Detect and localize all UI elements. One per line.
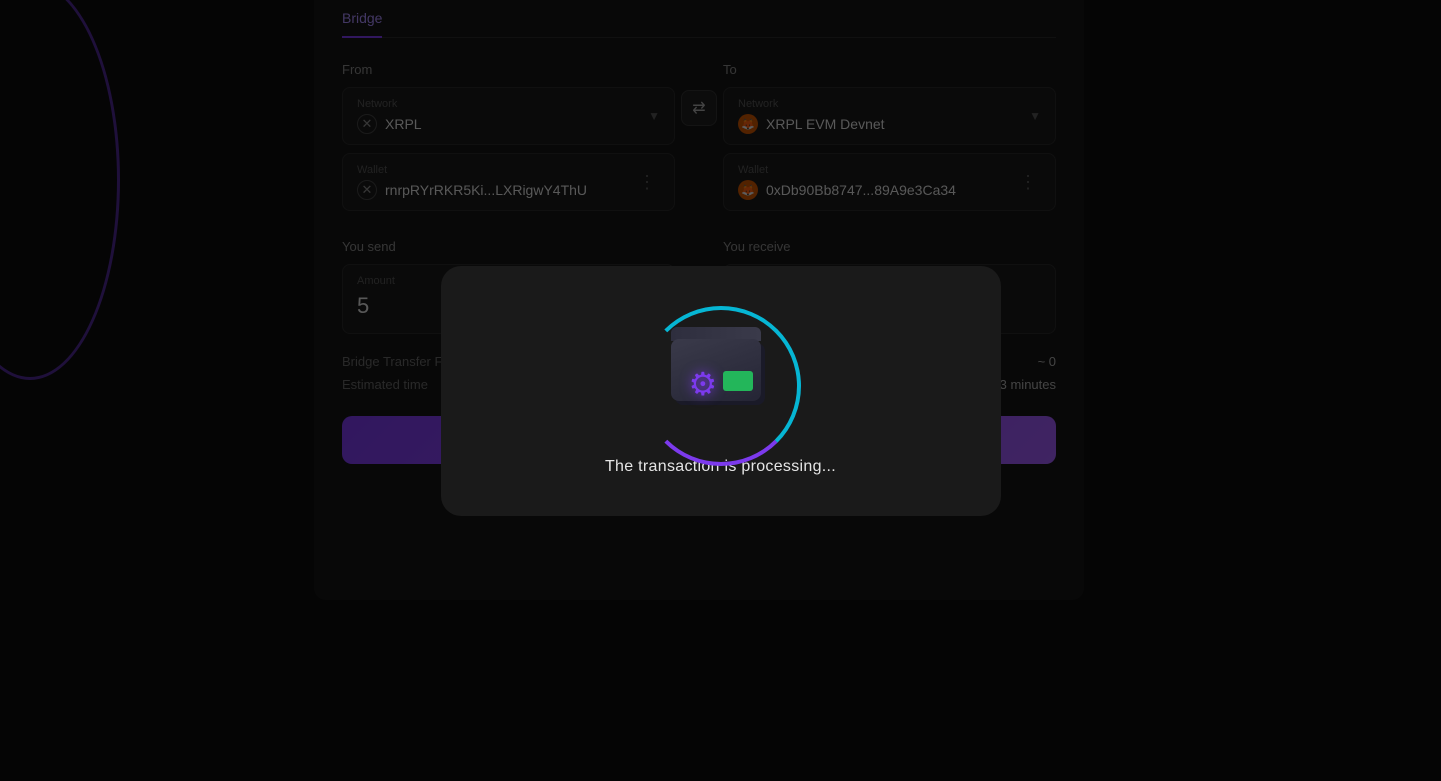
- wallet-gear-icon: ⚙: [689, 365, 718, 403]
- wallet-3d-icon: ⚙: [666, 327, 766, 407]
- modal-overlay: ⚙ The transaction is processing...: [0, 0, 1441, 781]
- processing-modal: ⚙ The transaction is processing...: [441, 266, 1001, 516]
- wallet-icon-wrap: ⚙: [666, 327, 776, 417]
- spinner-wrap: ⚙: [641, 306, 801, 438]
- wallet-card: [723, 371, 753, 391]
- wallet-body: ⚙: [671, 339, 761, 401]
